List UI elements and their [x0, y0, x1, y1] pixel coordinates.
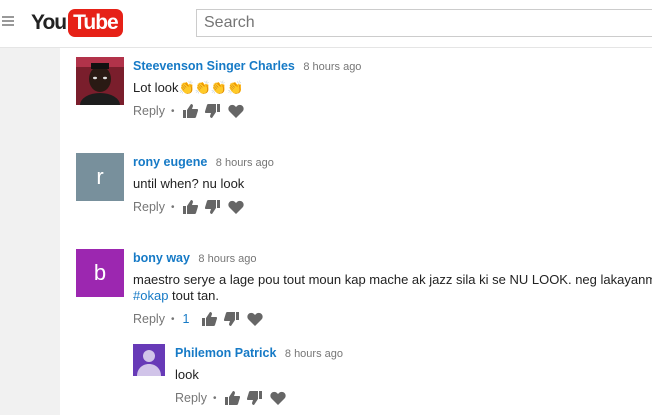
thumbs-down-icon[interactable] [205, 104, 221, 118]
comment-text: maestro serye a lage pou tout moun kap m… [133, 272, 652, 304]
comment-text: until when? nu look [133, 176, 245, 191]
comment-author[interactable]: rony eugene [133, 155, 207, 169]
comment-text-line: maestro serye a lage pou tout moun kap m… [133, 272, 652, 287]
reply-button[interactable]: Reply [175, 391, 207, 405]
reply-button[interactable]: Reply [133, 200, 165, 214]
avatar[interactable]: r [76, 153, 124, 201]
separator-dot: • [170, 313, 175, 325]
search-input[interactable] [196, 9, 652, 37]
thumbs-up-icon[interactable] [224, 391, 241, 405]
comment-text: Lot look👏👏👏👏 [133, 80, 361, 96]
menu-icon[interactable] [2, 16, 14, 28]
thumbs-up-icon[interactable] [182, 200, 199, 214]
like-count: 1 [182, 312, 190, 326]
thumbs-up-icon[interactable] [182, 104, 199, 118]
avatar[interactable]: b [76, 249, 124, 297]
separator-dot: • [170, 105, 175, 117]
comments-section: Steevenson Singer Charles 8 hours ago Lo… [60, 48, 652, 415]
reply-button[interactable]: Reply [133, 312, 165, 326]
clap-emoji: 👏👏👏👏 [178, 80, 244, 95]
reply-button[interactable]: Reply [133, 104, 165, 118]
heart-icon[interactable] [228, 200, 245, 214]
comment-time[interactable]: 8 hours ago [303, 61, 361, 73]
separator-dot: • [212, 392, 217, 404]
hashtag-link[interactable]: #okap [133, 288, 168, 303]
youtube-logo[interactable]: You Tube [31, 9, 123, 37]
comment-time[interactable]: 8 hours ago [285, 348, 343, 360]
comment-time[interactable]: 8 hours ago [198, 253, 256, 265]
comment-text: look [175, 367, 199, 382]
default-user-icon [133, 344, 165, 376]
comment-text-line: tout tan. [168, 288, 220, 303]
heart-icon[interactable] [247, 312, 264, 326]
logo-tube-text: Tube [68, 9, 123, 37]
thumbs-down-icon[interactable] [224, 312, 240, 326]
thumbs-down-icon[interactable] [247, 391, 263, 405]
comment-text-content: Lot look [133, 80, 179, 95]
masthead: You Tube [0, 0, 652, 48]
comment-author[interactable]: Steevenson Singer Charles [133, 59, 295, 73]
avatar-letter: r [96, 164, 104, 189]
comment-time[interactable]: 8 hours ago [216, 157, 274, 169]
thumbs-up-icon[interactable] [201, 312, 218, 326]
comment-author[interactable]: Philemon Patrick [175, 346, 276, 360]
user-photo-icon [76, 57, 124, 105]
logo-you-text: You [31, 11, 67, 34]
avatar-letter: b [93, 260, 107, 285]
avatar[interactable] [133, 344, 165, 376]
comment-author[interactable]: bony way [133, 251, 190, 265]
avatar[interactable] [76, 57, 124, 105]
heart-icon[interactable] [270, 391, 287, 405]
thumbs-down-icon[interactable] [205, 200, 221, 214]
heart-icon[interactable] [228, 104, 245, 118]
separator-dot: • [170, 201, 175, 213]
